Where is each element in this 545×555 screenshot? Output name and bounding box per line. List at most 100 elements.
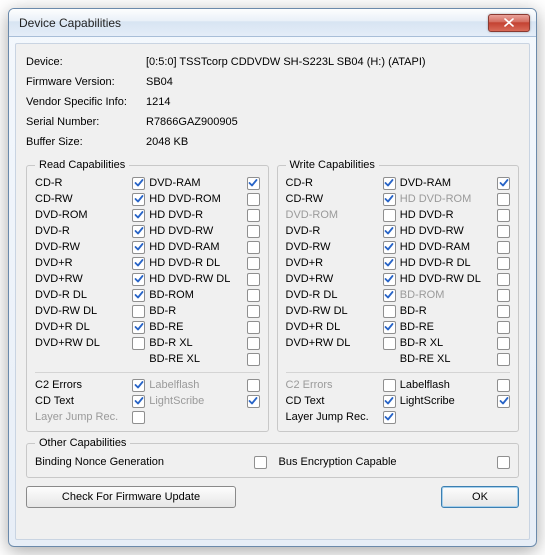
write-cap-label: DVD-RW DL [286,305,381,317]
read-extra-label: C2 Errors [35,379,130,391]
read-cap-checkbox[interactable] [247,257,260,270]
read-cap-row: DVD+RW DL [35,335,145,351]
serial-value: R7866GAZ900905 [146,116,519,128]
read-cap-label: BD-RE XL [149,353,244,365]
read-cap-row: HD DVD-R [149,207,259,223]
write-cap-row: DVD+R [286,255,396,271]
write-cap-checkbox[interactable] [497,177,510,190]
write-extra-row: C2 Errors [286,377,396,393]
check-firmware-button[interactable]: Check For Firmware Update [26,486,236,508]
write-cap-checkbox[interactable] [497,225,510,238]
read-cap-checkbox[interactable] [132,209,145,222]
read-cap-checkbox[interactable] [132,305,145,318]
read-cap-label: DVD+R DL [35,321,130,333]
write-cap-label: HD DVD-RW DL [400,273,495,285]
read-extra-row: LightScribe [149,393,259,409]
write-cap-row: HD DVD-RAM [400,239,510,255]
write-cap-label: HD DVD-RAM [400,241,495,253]
write-cap-checkbox[interactable] [497,193,510,206]
write-cap-label: DVD-RAM [400,177,495,189]
write-cap-checkbox[interactable] [383,209,396,222]
buffer-value: 2048 KB [146,136,519,148]
write-cap-checkbox[interactable] [383,273,396,286]
write-extra-checkbox[interactable] [383,411,396,424]
read-cap-checkbox[interactable] [247,193,260,206]
write-cap-label: DVD-ROM [286,209,381,221]
write-cap-label: CD-R [286,177,381,189]
read-cap-label: BD-R XL [149,337,244,349]
read-cap-label: DVD-RW DL [35,305,130,317]
other-cap-checkbox[interactable] [497,456,510,469]
write-cap-checkbox[interactable] [497,337,510,350]
read-cap-checkbox[interactable] [132,289,145,302]
write-cap-checkbox[interactable] [497,321,510,334]
read-cap-checkbox[interactable] [132,241,145,254]
read-extra-checkbox[interactable] [132,379,145,392]
write-extra-label: Labelflash [400,379,495,391]
write-cap-checkbox[interactable] [383,305,396,318]
read-cap-checkbox[interactable] [132,273,145,286]
write-cap-checkbox[interactable] [497,353,510,366]
write-cap-checkbox[interactable] [383,257,396,270]
write-cap-checkbox[interactable] [383,337,396,350]
write-cap-checkbox[interactable] [383,321,396,334]
device-info: Device:[0:5:0] TSSTcorp CDDVDW SH-S223L … [26,52,519,152]
write-cap-label: BD-RE [400,321,495,333]
read-extra-row: Labelflash [149,377,259,393]
read-cap-checkbox[interactable] [247,241,260,254]
read-extra-row: C2 Errors [35,377,145,393]
write-cap-checkbox[interactable] [383,289,396,302]
read-cap-label: DVD+R [35,257,130,269]
read-extra-checkbox[interactable] [132,411,145,424]
read-cap-row: HD DVD-RW DL [149,271,259,287]
write-cap-checkbox[interactable] [497,273,510,286]
read-cap-checkbox[interactable] [247,305,260,318]
write-cap-checkbox[interactable] [497,305,510,318]
write-extra-checkbox[interactable] [497,395,510,408]
read-cap-checkbox[interactable] [132,193,145,206]
write-extra-checkbox[interactable] [383,379,396,392]
read-cap-label: DVD-R [35,225,130,237]
close-button[interactable] [488,14,530,32]
read-extra-checkbox[interactable] [247,395,260,408]
read-cap-checkbox[interactable] [132,177,145,190]
titlebar: Device Capabilities [9,9,536,37]
read-cap-checkbox[interactable] [247,321,260,334]
read-cap-label: HD DVD-RW DL [149,273,244,285]
write-cap-checkbox[interactable] [383,241,396,254]
read-cap-checkbox[interactable] [247,353,260,366]
write-cap-checkbox[interactable] [497,209,510,222]
read-cap-label: DVD-RAM [149,177,244,189]
read-extra-checkbox[interactable] [132,395,145,408]
read-cap-row: CD-R [35,175,145,191]
read-cap-checkbox[interactable] [247,273,260,286]
write-extra-checkbox[interactable] [497,379,510,392]
read-cap-checkbox[interactable] [247,177,260,190]
other-cap-checkbox[interactable] [254,456,267,469]
write-cap-checkbox[interactable] [383,225,396,238]
other-legend: Other Capabilities [35,437,130,449]
write-extra-checkbox[interactable] [383,395,396,408]
read-cap-checkbox[interactable] [247,337,260,350]
read-cap-checkbox[interactable] [247,289,260,302]
write-extra-row: CD Text [286,393,396,409]
write-cap-checkbox[interactable] [383,177,396,190]
write-cap-checkbox[interactable] [497,241,510,254]
read-cap-checkbox[interactable] [247,225,260,238]
other-cap-row: Binding Nonce Generation [35,453,267,471]
read-extra-checkbox[interactable] [247,379,260,392]
read-cap-row: BD-ROM [149,287,259,303]
firmware-label: Firmware Version: [26,76,146,88]
read-cap-checkbox[interactable] [247,209,260,222]
read-cap-checkbox[interactable] [132,257,145,270]
ok-button[interactable]: OK [441,486,519,508]
write-cap-checkbox[interactable] [383,193,396,206]
read-cap-checkbox[interactable] [132,337,145,350]
write-cap-row: DVD-RW [286,239,396,255]
read-cap-checkbox[interactable] [132,225,145,238]
write-cap-checkbox[interactable] [497,257,510,270]
read-cap-checkbox[interactable] [132,321,145,334]
write-extra-label: CD Text [286,395,381,407]
write-cap-row: BD-ROM [400,287,510,303]
write-cap-checkbox[interactable] [497,289,510,302]
